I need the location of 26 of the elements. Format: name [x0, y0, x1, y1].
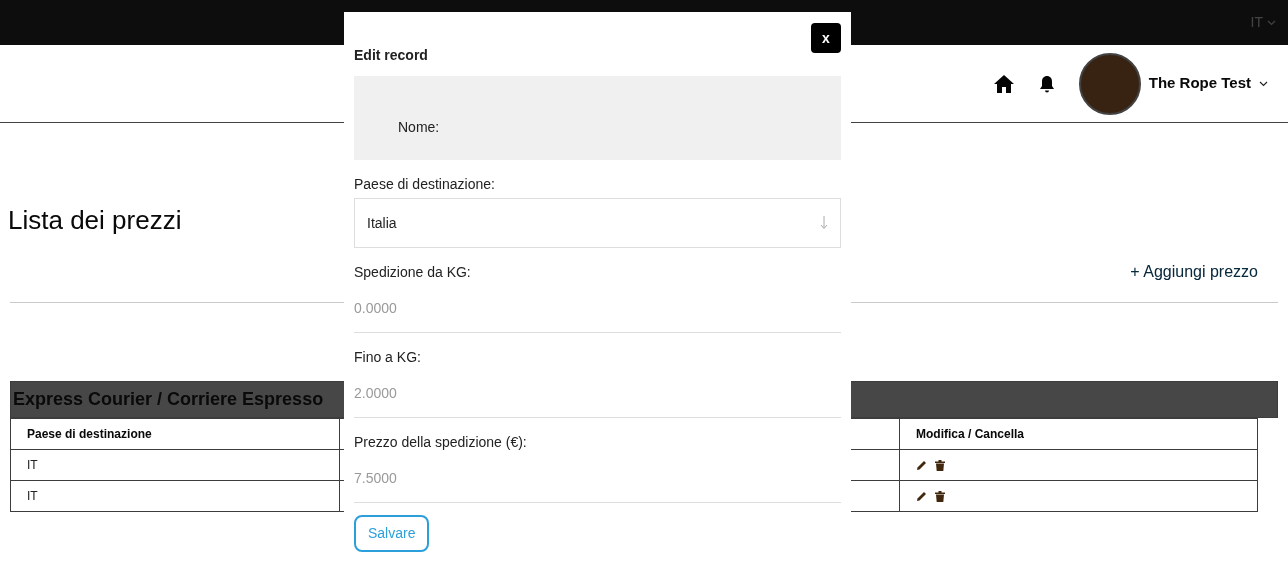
trash-icon[interactable] [935, 459, 945, 471]
table-cell: IT [10, 449, 340, 481]
select-value: Italia [367, 213, 397, 233]
field-label: Paese di destinazione: [354, 175, 496, 194]
arrow-down-icon [820, 216, 828, 230]
user-menu[interactable]: The Rope Test [1148, 72, 1268, 95]
add-price-link[interactable]: + Aggiungi prezzo [1130, 260, 1258, 285]
column-header: Modifica / Cancella [899, 418, 1258, 450]
page-title: Lista dei prezzi [8, 205, 182, 237]
modal-title: Edit record [354, 46, 428, 65]
field-label: Prezzo della spedizione (€): [354, 433, 528, 452]
pencil-icon[interactable] [916, 459, 927, 471]
select-field[interactable]: Italia [354, 198, 841, 248]
table-cell: IT [10, 480, 340, 512]
bell-icon[interactable] [1038, 74, 1055, 93]
chevron-down-icon [1259, 80, 1268, 87]
trash-icon[interactable] [935, 490, 945, 502]
field-label: Fino a KG: [354, 348, 422, 367]
chevron-down-icon [1267, 19, 1276, 26]
close-button[interactable]: x [811, 23, 841, 53]
home-icon[interactable] [992, 73, 1015, 94]
column-header: Paese di destinazione [10, 418, 340, 450]
field-label: Nome: [398, 117, 440, 137]
pencil-icon[interactable] [916, 490, 927, 502]
section-title: Express Courier / Corriere Espresso [13, 389, 324, 410]
field-label: Spedizione da KG: [354, 263, 472, 282]
